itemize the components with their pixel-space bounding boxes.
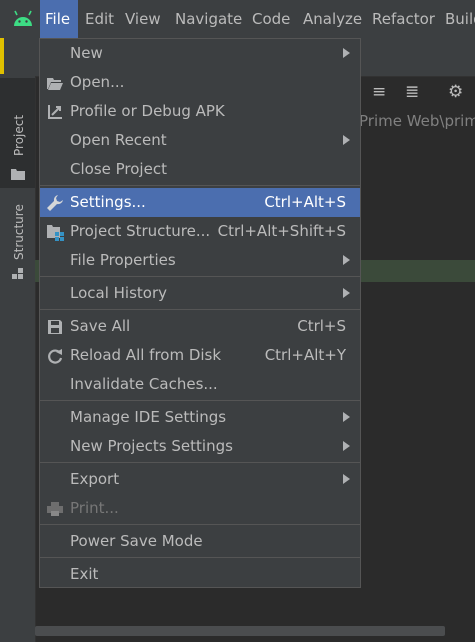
menu-item-print: Print... xyxy=(40,494,360,523)
menu-build[interactable]: Build xyxy=(445,0,475,38)
menu-item-close-project[interactable]: Close Project xyxy=(40,155,360,184)
menu-item-profile-debug-apk[interactable]: Profile or Debug APK xyxy=(40,97,360,126)
menu-item-invalidate-caches[interactable]: Invalidate Caches... xyxy=(40,370,360,399)
menu-separator xyxy=(40,557,360,558)
file-menu-dropdown: New Open... Profile or Debug APK Open Re… xyxy=(39,38,361,588)
menu-file[interactable]: File xyxy=(40,0,78,38)
structure-icon xyxy=(12,268,23,279)
menu-separator xyxy=(40,462,360,463)
project-structure-icon xyxy=(47,225,64,241)
folder-icon xyxy=(11,169,25,180)
submenu-arrow-icon xyxy=(343,412,350,422)
menu-item-settings[interactable]: Settings... Ctrl+Alt+S xyxy=(40,188,360,217)
menu-item-new[interactable]: New xyxy=(40,39,360,68)
menu-item-open-recent[interactable]: Open Recent xyxy=(40,126,360,155)
profile-debug-icon xyxy=(48,105,62,119)
reload-icon xyxy=(48,349,63,364)
menu-separator xyxy=(40,309,360,310)
main-menu-bar: File Edit View Navigate Code Analyze Ref… xyxy=(0,0,475,38)
print-icon xyxy=(47,502,63,516)
submenu-arrow-icon xyxy=(343,441,350,451)
menu-item-reload-all[interactable]: Reload All from Disk Ctrl+Alt+Y xyxy=(40,341,360,370)
menu-refactor[interactable]: Refactor xyxy=(372,0,435,38)
menu-edit[interactable]: Edit xyxy=(85,0,114,38)
collapse-all-icon[interactable]: ≣ xyxy=(405,82,419,102)
menu-code[interactable]: Code xyxy=(252,0,290,38)
folder-open-icon xyxy=(47,78,63,90)
tool-tab-structure[interactable]: Structure xyxy=(0,188,35,298)
menu-navigate[interactable]: Navigate xyxy=(175,0,242,38)
menu-item-manage-ide-settings[interactable]: Manage IDE Settings xyxy=(40,403,360,432)
menu-separator xyxy=(40,400,360,401)
menu-item-exit[interactable]: Exit xyxy=(40,560,360,589)
menu-item-open[interactable]: Open... xyxy=(40,68,360,97)
tool-tab-project[interactable]: Project xyxy=(0,78,35,188)
menu-analyze[interactable]: Analyze xyxy=(303,0,362,38)
tool-tab-structure-label: Structure xyxy=(12,204,26,260)
left-edge-marker xyxy=(0,38,4,74)
menu-view[interactable]: View xyxy=(125,0,161,38)
project-path: Prime Web\prim xyxy=(359,112,475,130)
horizontal-scrollbar[interactable] xyxy=(35,626,445,636)
menu-separator xyxy=(40,524,360,525)
menu-item-power-save-mode[interactable]: Power Save Mode xyxy=(40,527,360,556)
tool-tab-project-label: Project xyxy=(12,114,26,156)
submenu-arrow-icon xyxy=(343,48,350,58)
menu-item-save-all[interactable]: Save All Ctrl+S xyxy=(40,312,360,341)
menu-item-project-structure[interactable]: Project Structure... Ctrl+Alt+Shift+S xyxy=(40,217,360,246)
menu-item-file-properties[interactable]: File Properties xyxy=(40,246,360,275)
save-icon xyxy=(48,320,62,334)
submenu-arrow-icon xyxy=(343,474,350,484)
submenu-arrow-icon xyxy=(343,135,350,145)
menu-item-new-projects-settings[interactable]: New Projects Settings xyxy=(40,432,360,461)
menu-separator xyxy=(40,276,360,277)
submenu-arrow-icon xyxy=(343,255,350,265)
wrench-icon xyxy=(47,195,63,211)
gear-icon[interactable]: ⚙ xyxy=(448,82,463,102)
menu-separator xyxy=(40,185,360,186)
left-tool-strip: Project Structure xyxy=(0,38,36,642)
menu-item-local-history[interactable]: Local History xyxy=(40,279,360,308)
android-logo-icon xyxy=(14,10,32,26)
menu-item-export[interactable]: Export xyxy=(40,465,360,494)
submenu-arrow-icon xyxy=(343,288,350,298)
expand-all-icon[interactable]: ≡ xyxy=(372,82,386,102)
